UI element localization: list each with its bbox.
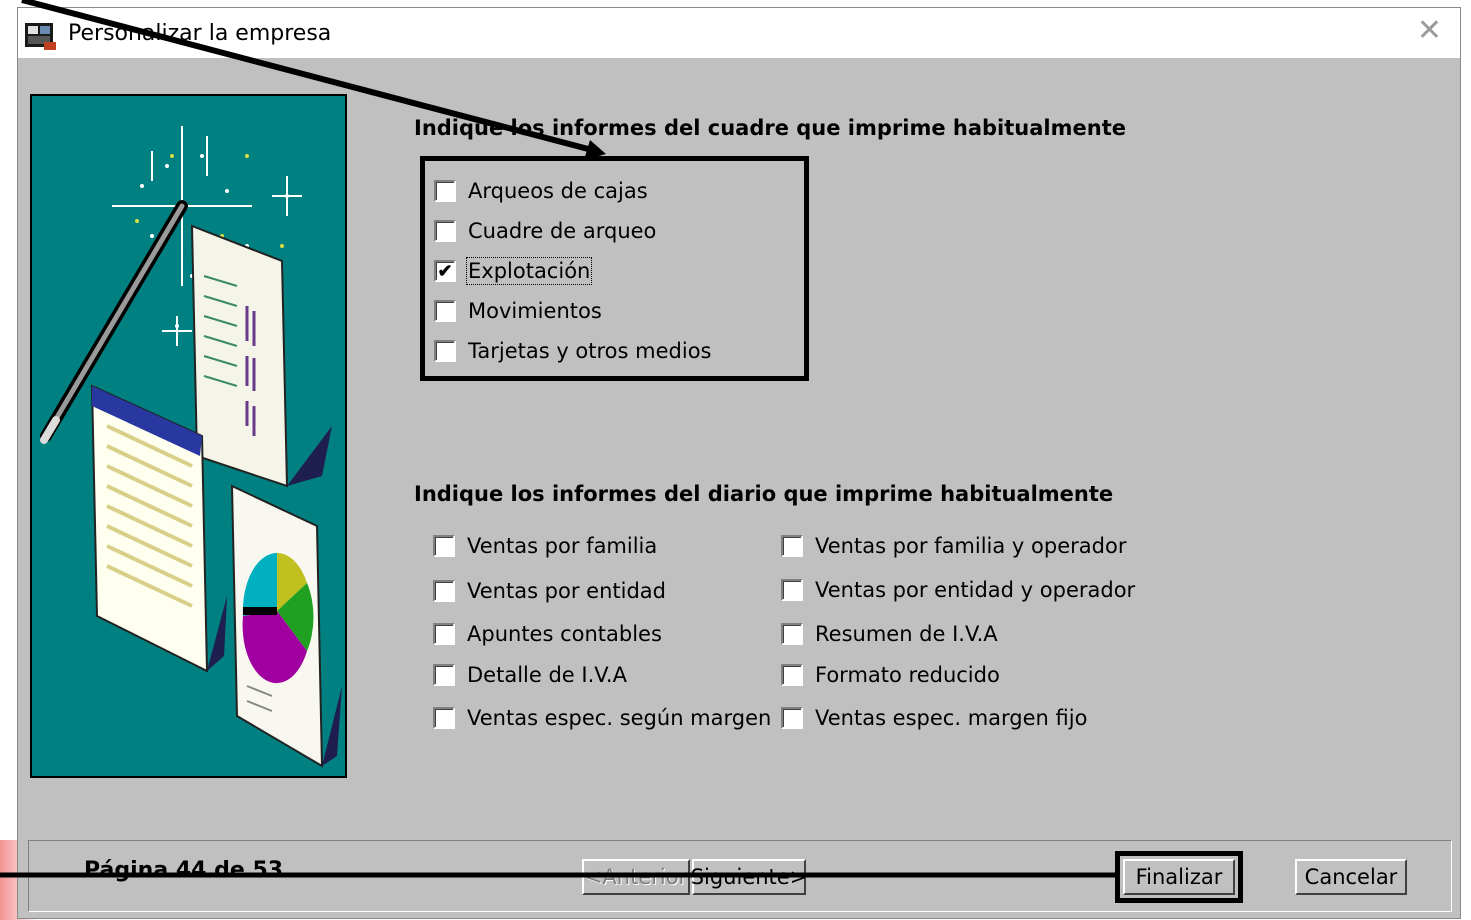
checkbox-ventas-espec-segun-margen[interactable]: Ventas espec. según margen [433,703,771,733]
wizard-dialog: Personalizar la empresa ✕ Indique los in… [17,7,1461,919]
checkbox-label[interactable]: Resumen de I.V.A [815,622,998,646]
checkbox-label[interactable]: Ventas por entidad [467,579,666,603]
close-icon[interactable]: ✕ [1417,16,1442,46]
checkbox-label[interactable]: Ventas por entidad y operador [815,578,1135,602]
cuadre-highlight-frame [420,156,809,381]
diario-section-title: Indique los informes del diario que impr… [414,482,1114,506]
checkbox-ventas-espec-margen-fijo[interactable]: Ventas espec. margen fijo [781,703,1087,733]
cancelar-button[interactable]: Cancelar [1295,859,1407,895]
checkbox-box[interactable] [433,580,455,602]
checkbox-ventas-por-familia[interactable]: Ventas por familia [433,531,657,561]
checkbox-box[interactable] [433,707,455,729]
checkbox-label[interactable]: Apuntes contables [467,622,662,646]
checkbox-ventas-por-familia-y-operador[interactable]: Ventas por familia y operador [781,531,1126,561]
cuadre-section-title: Indique los informes del cuadre que impr… [414,116,1126,140]
checkbox-ventas-por-entidad-y-operador[interactable]: Ventas por entidad y operador [781,575,1135,605]
siguiente-button[interactable]: Siguiente> [691,859,807,895]
checkbox-box[interactable] [433,623,455,645]
checkbox-box[interactable] [433,664,455,686]
checkbox-resumen-de-iva[interactable]: Resumen de I.V.A [781,619,998,649]
checkbox-label[interactable]: Ventas espec. según margen [467,706,771,730]
checkbox-box[interactable] [781,579,803,601]
checkbox-box[interactable] [781,535,803,557]
checkbox-label[interactable]: Ventas por familia y operador [815,534,1126,558]
finalizar-highlight-frame [1115,851,1243,903]
checkbox-formato-reducido[interactable]: Formato reducido [781,660,1000,690]
dialog-title: Personalizar la empresa [68,21,332,46]
nexo-app-icon [25,23,56,50]
page-indicator: Página 44 de 53 [84,858,284,883]
checkbox-box[interactable] [781,664,803,686]
checkbox-box[interactable] [781,707,803,729]
checkbox-box[interactable] [781,623,803,645]
anterior-button[interactable]: <Anterior [582,859,690,895]
title-bar: Personalizar la empresa ✕ [18,8,1460,58]
checkbox-label[interactable]: Formato reducido [815,663,1000,687]
checkbox-box[interactable] [433,535,455,557]
checkbox-label[interactable]: Ventas espec. margen fijo [815,706,1087,730]
checkbox-apuntes-contables[interactable]: Apuntes contables [433,619,662,649]
checkbox-label[interactable]: Detalle de I.V.A [467,663,627,687]
wizard-illustration [30,94,347,778]
checkbox-ventas-por-entidad[interactable]: Ventas por entidad [433,576,666,606]
checkbox-label[interactable]: Ventas por familia [467,534,657,558]
checkbox-detalle-de-iva[interactable]: Detalle de I.V.A [433,660,627,690]
